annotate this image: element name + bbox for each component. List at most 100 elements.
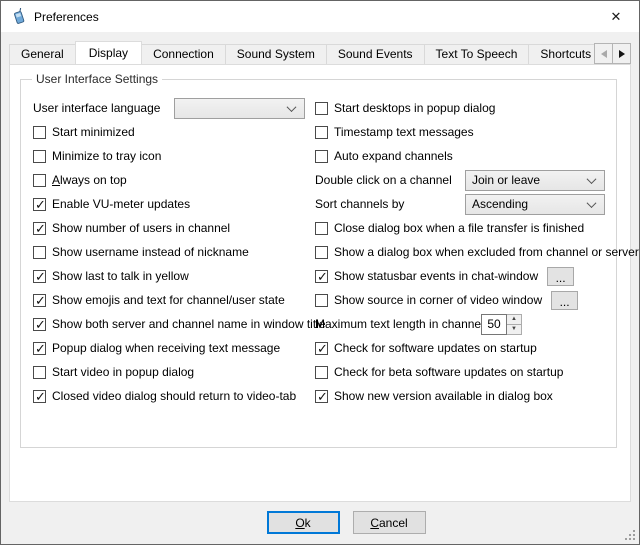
- sort-channels-select[interactable]: Ascending: [465, 194, 605, 215]
- resize-grip[interactable]: [625, 530, 636, 541]
- tab-connection[interactable]: Connection: [141, 44, 226, 64]
- checkbox-label: Popup dialog when receiving text message: [52, 341, 280, 355]
- tab-shortcuts[interactable]: Shortcuts: [528, 44, 594, 64]
- tab-text-to-speech[interactable]: Text To Speech: [424, 44, 530, 64]
- checkbox[interactable]: [315, 270, 328, 283]
- double-click-select[interactable]: Join or leave: [465, 170, 605, 191]
- window-title: Preferences: [34, 10, 99, 24]
- close-icon[interactable]: ✕: [593, 1, 639, 32]
- checkbox-label: Start desktops in popup dialog: [334, 101, 495, 115]
- tab-general[interactable]: General: [9, 44, 76, 64]
- checkbox[interactable]: [315, 150, 328, 163]
- checkbox[interactable]: [33, 198, 46, 211]
- checkbox[interactable]: [315, 294, 328, 307]
- ok-button[interactable]: Ok: [267, 511, 340, 534]
- checkbox[interactable]: [315, 366, 328, 379]
- row-minimize-to-tray[interactable]: Minimize to tray icon: [33, 144, 315, 168]
- checkbox-label: Close dialog box when a file transfer is…: [334, 221, 584, 235]
- checkbox[interactable]: [33, 318, 46, 331]
- double-click-row: Double click on a channel Join or leave: [315, 168, 639, 192]
- checkbox[interactable]: [33, 390, 46, 403]
- row-new-version-dialog[interactable]: Show new version available in dialog box: [315, 384, 639, 408]
- row-start-video-popup[interactable]: Start video in popup dialog: [33, 360, 315, 384]
- checkbox[interactable]: [315, 222, 328, 235]
- checkbox[interactable]: [33, 126, 46, 139]
- tab-display[interactable]: Display: [75, 41, 142, 64]
- row-vu-meter-updates[interactable]: Enable VU-meter updates: [33, 192, 315, 216]
- checkbox-label: Show new version available in dialog box: [334, 389, 553, 403]
- sort-channels-value: Ascending: [472, 197, 528, 211]
- spinner-buttons[interactable]: ▲ ▼: [507, 314, 522, 335]
- checkbox-label: Closed video dialog should return to vid…: [52, 389, 296, 403]
- language-label: User interface language: [33, 101, 174, 115]
- language-select[interactable]: [174, 98, 305, 119]
- checkbox[interactable]: [33, 342, 46, 355]
- chevron-down-icon: [287, 102, 297, 112]
- titlebar[interactable]: Preferences ✕: [1, 1, 639, 32]
- row-start-minimized[interactable]: Start minimized: [33, 120, 315, 144]
- checkbox-label: Show source in corner of video window: [334, 293, 542, 307]
- video-source-options-button[interactable]: ...: [551, 291, 578, 310]
- row-show-emojis[interactable]: Show emojis and text for channel/user st…: [33, 288, 315, 312]
- row-auto-expand-channels[interactable]: Auto expand channels: [315, 144, 639, 168]
- row-video-source-corner[interactable]: Show source in corner of video window ..…: [315, 288, 639, 312]
- checkbox-label: Show both server and channel name in win…: [52, 317, 326, 331]
- tab-scroll-buttons: [594, 43, 631, 64]
- checkbox[interactable]: [315, 126, 328, 139]
- row-popup-text-message[interactable]: Popup dialog when receiving text message: [33, 336, 315, 360]
- row-check-beta-updates[interactable]: Check for beta software updates on start…: [315, 360, 639, 384]
- tab-bar: General Display Connection Sound System …: [9, 40, 631, 64]
- row-check-updates[interactable]: Check for software updates on startup: [315, 336, 639, 360]
- checkbox-label: Always on top: [52, 173, 127, 187]
- checkbox-label: Enable VU-meter updates: [52, 197, 190, 211]
- checkbox[interactable]: [33, 246, 46, 259]
- right-triangle-icon: [619, 50, 625, 58]
- checkbox[interactable]: [33, 366, 46, 379]
- row-show-username[interactable]: Show username instead of nickname: [33, 240, 315, 264]
- spin-up-icon[interactable]: ▲: [507, 315, 521, 325]
- row-last-to-talk[interactable]: Show last to talk in yellow: [33, 264, 315, 288]
- display-tab-page: User Interface Settings User interface l…: [9, 64, 631, 502]
- row-closed-video-return[interactable]: Closed video dialog should return to vid…: [33, 384, 315, 408]
- double-click-label: Double click on a channel: [315, 173, 465, 187]
- preferences-dialog: Preferences ✕ General Display Connection…: [0, 0, 640, 545]
- spinner-value[interactable]: 50: [481, 314, 507, 335]
- checkbox[interactable]: [315, 102, 328, 115]
- row-show-number-of-users[interactable]: Show number of users in channel: [33, 216, 315, 240]
- row-statusbar-events[interactable]: Show statusbar events in chat-window ...: [315, 264, 639, 288]
- sort-channels-label: Sort channels by: [315, 197, 465, 211]
- tab-scroll-left-button[interactable]: [594, 43, 613, 64]
- spin-down-icon[interactable]: ▼: [507, 325, 521, 334]
- cancel-button[interactable]: Cancel: [353, 511, 426, 534]
- checkbox-label: Start minimized: [52, 125, 135, 139]
- checkbox[interactable]: [33, 222, 46, 235]
- checkbox[interactable]: [33, 174, 46, 187]
- checkbox[interactable]: [315, 342, 328, 355]
- row-timestamp-messages[interactable]: Timestamp text messages: [315, 120, 639, 144]
- tab-sound-system[interactable]: Sound System: [225, 44, 327, 64]
- group-title: User Interface Settings: [32, 72, 162, 86]
- row-always-on-top[interactable]: Always on top: [33, 168, 315, 192]
- max-text-length-spinner[interactable]: 50 ▲ ▼: [481, 314, 522, 335]
- checkbox[interactable]: [33, 150, 46, 163]
- checkbox-label: Auto expand channels: [334, 149, 453, 163]
- chevron-down-icon: [587, 198, 597, 208]
- row-dialog-when-excluded[interactable]: Show a dialog box when excluded from cha…: [315, 240, 639, 264]
- language-row: User interface language: [33, 96, 315, 120]
- sort-channels-row: Sort channels by Ascending: [315, 192, 639, 216]
- checkbox[interactable]: [33, 294, 46, 307]
- row-close-dialog-file-transfer[interactable]: Close dialog box when a file transfer is…: [315, 216, 639, 240]
- checkbox-label: Show last to talk in yellow: [52, 269, 189, 283]
- checkbox-label: Check for software updates on startup: [334, 341, 537, 355]
- checkbox[interactable]: [315, 390, 328, 403]
- tab-scroll-right-button[interactable]: [612, 43, 631, 64]
- checkbox[interactable]: [33, 270, 46, 283]
- tab-sound-events[interactable]: Sound Events: [326, 44, 425, 64]
- tabs-strip: General Display Connection Sound System …: [9, 40, 594, 64]
- checkbox[interactable]: [315, 246, 328, 259]
- row-server-channel-title[interactable]: Show both server and channel name in win…: [33, 312, 315, 336]
- row-start-desktops-popup[interactable]: Start desktops in popup dialog: [315, 96, 639, 120]
- chevron-down-icon: [587, 174, 597, 184]
- checkbox-label: Minimize to tray icon: [52, 149, 161, 163]
- statusbar-events-options-button[interactable]: ...: [547, 267, 574, 286]
